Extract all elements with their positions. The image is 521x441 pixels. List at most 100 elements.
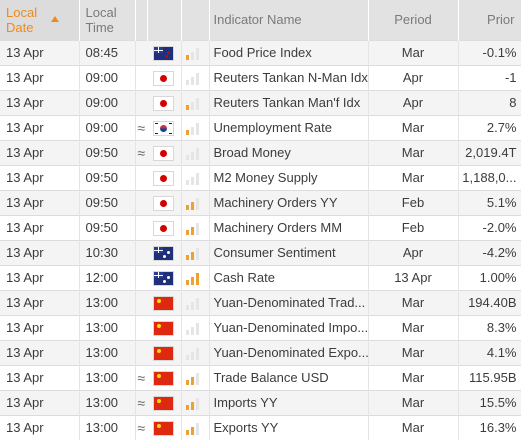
row-period: Mar (368, 414, 459, 440)
table-row[interactable]: 13 Apr 09:00 ≈ Unemployment Rate Mar 2.7… (0, 114, 521, 140)
column-header-local-time[interactable]: Local Time (79, 0, 136, 40)
importance-bars-icon (185, 397, 200, 410)
volatility-icon (135, 314, 147, 340)
row-prior: 1.00% (458, 264, 521, 290)
row-indicator-name[interactable]: Trade Balance USD (209, 364, 369, 390)
column-header-country[interactable] (147, 0, 182, 40)
row-indicator-name[interactable]: Exports YY (209, 414, 369, 440)
table-row[interactable]: 13 Apr 13:00 ≈ Exports YY Mar 16.3% (0, 414, 521, 440)
importance-bars-icon (185, 422, 200, 435)
column-header-prior[interactable]: Prior (458, 0, 521, 40)
row-indicator-name[interactable]: Reuters Tankan N-Man Idx (209, 64, 369, 90)
country-flag-cell (147, 114, 182, 140)
country-flag-cell (147, 339, 182, 365)
row-time: 13:00 (79, 364, 136, 390)
row-indicator-name[interactable]: Unemployment Rate (209, 114, 369, 140)
table-row[interactable]: 13 Apr 13:00 ≈ Trade Balance USD Mar 115… (0, 364, 521, 390)
row-prior: 2.7% (458, 114, 521, 140)
table-row[interactable]: 13 Apr 08:45 Food Price Index Mar -0.1% (0, 39, 521, 65)
row-indicator-name[interactable]: M2 Money Supply (209, 164, 369, 190)
row-date: 13 Apr (0, 414, 80, 440)
volatility-icon (135, 89, 147, 115)
table-row[interactable]: 13 Apr 09:50 Machinery Orders MM Feb -2.… (0, 214, 521, 240)
row-period: Mar (368, 339, 459, 365)
table-row[interactable]: 13 Apr 09:50 ≈ Broad Money Mar 2,019.4T (0, 139, 521, 165)
row-date: 13 Apr (0, 364, 80, 390)
row-time: 12:00 (79, 264, 136, 290)
table-row[interactable]: 13 Apr 13:00 ≈ Imports YY Mar 15.5% (0, 389, 521, 415)
row-period: Feb (368, 189, 459, 215)
kr-flag-icon (154, 122, 174, 136)
row-prior: 115.95B (458, 364, 521, 390)
volatility-icon (135, 339, 147, 365)
importance-bars-icon (185, 122, 200, 135)
row-period: 13 Apr (368, 264, 459, 290)
importance-bars-icon (185, 322, 200, 335)
table-row[interactable]: 13 Apr 13:00 Yuan-Denominated Impo... Ma… (0, 314, 521, 340)
row-time: 09:00 (79, 114, 136, 140)
cn-flag-icon (154, 422, 174, 436)
row-prior: 194.40B (458, 289, 521, 315)
importance-bars-icon (185, 372, 200, 385)
row-indicator-name[interactable]: Imports YY (209, 389, 369, 415)
au-flag-icon (154, 272, 174, 286)
cn-flag-icon (154, 322, 174, 336)
row-time: 13:00 (79, 389, 136, 415)
table-row[interactable]: 13 Apr 09:00 Reuters Tankan Man'f Idx Ap… (0, 89, 521, 115)
row-period: Mar (368, 364, 459, 390)
importance-cell (181, 189, 210, 215)
row-prior: -2.0% (458, 214, 521, 240)
row-time: 09:00 (79, 64, 136, 90)
row-period: Mar (368, 139, 459, 165)
row-indicator-name[interactable]: Machinery Orders YY (209, 189, 369, 215)
importance-cell (181, 339, 210, 365)
column-header-volatility[interactable] (135, 0, 148, 40)
column-header-indicator-name[interactable]: Indicator Name (209, 0, 369, 40)
table-row[interactable]: 13 Apr 13:00 Yuan-Denominated Trad... Ma… (0, 289, 521, 315)
row-time: 13:00 (79, 339, 136, 365)
country-flag-cell (147, 139, 182, 165)
row-date: 13 Apr (0, 289, 80, 315)
volatility-icon (135, 289, 147, 315)
importance-bars-icon (185, 147, 200, 160)
row-period: Apr (368, 64, 459, 90)
importance-bars-icon (185, 47, 200, 60)
table-row[interactable]: 13 Apr 12:00 Cash Rate 13 Apr 1.00% (0, 264, 521, 290)
row-indicator-name[interactable]: Broad Money (209, 139, 369, 165)
row-prior: 16.3% (458, 414, 521, 440)
table-row[interactable]: 13 Apr 09:50 M2 Money Supply Mar 1,188,0… (0, 164, 521, 190)
row-indicator-name[interactable]: Food Price Index (209, 39, 369, 65)
table-row[interactable]: 13 Apr 13:00 Yuan-Denominated Expo... Ma… (0, 339, 521, 365)
importance-cell (181, 289, 210, 315)
row-time: 13:00 (79, 289, 136, 315)
row-indicator-name[interactable]: Cash Rate (209, 264, 369, 290)
row-prior: -0.1% (458, 39, 521, 65)
volatility-icon: ≈ (135, 414, 147, 440)
row-indicator-name[interactable]: Yuan-Denominated Impo... (209, 314, 369, 340)
au-flag-icon (154, 247, 174, 261)
importance-bars-icon (185, 297, 200, 310)
row-indicator-name[interactable]: Machinery Orders MM (209, 214, 369, 240)
column-header-period[interactable]: Period (368, 0, 459, 40)
volatility-icon: ≈ (135, 139, 147, 165)
volatility-icon (135, 214, 147, 240)
importance-bars-icon (185, 97, 200, 110)
table-row[interactable]: 13 Apr 09:50 Machinery Orders YY Feb 5.1… (0, 189, 521, 215)
column-header-importance[interactable] (181, 0, 210, 40)
row-period: Mar (368, 114, 459, 140)
table-row[interactable]: 13 Apr 10:30 Consumer Sentiment Apr -4.2… (0, 239, 521, 265)
importance-cell (181, 214, 210, 240)
row-time: 13:00 (79, 414, 136, 440)
sort-ascending-icon (51, 16, 59, 23)
volatility-icon: ≈ (135, 389, 147, 415)
row-indicator-name[interactable]: Yuan-Denominated Expo... (209, 339, 369, 365)
table-row[interactable]: 13 Apr 09:00 Reuters Tankan N-Man Idx Ap… (0, 64, 521, 90)
country-flag-cell (147, 414, 182, 440)
jp-flag-icon (154, 197, 174, 211)
row-indicator-name[interactable]: Reuters Tankan Man'f Idx (209, 89, 369, 115)
row-indicator-name[interactable]: Consumer Sentiment (209, 239, 369, 265)
column-header-local-date[interactable]: Local Date (0, 0, 80, 40)
importance-bars-icon (185, 72, 200, 85)
economic-calendar: Local Date Local Time Indicator Name Per… (0, 0, 521, 441)
row-indicator-name[interactable]: Yuan-Denominated Trad... (209, 289, 369, 315)
